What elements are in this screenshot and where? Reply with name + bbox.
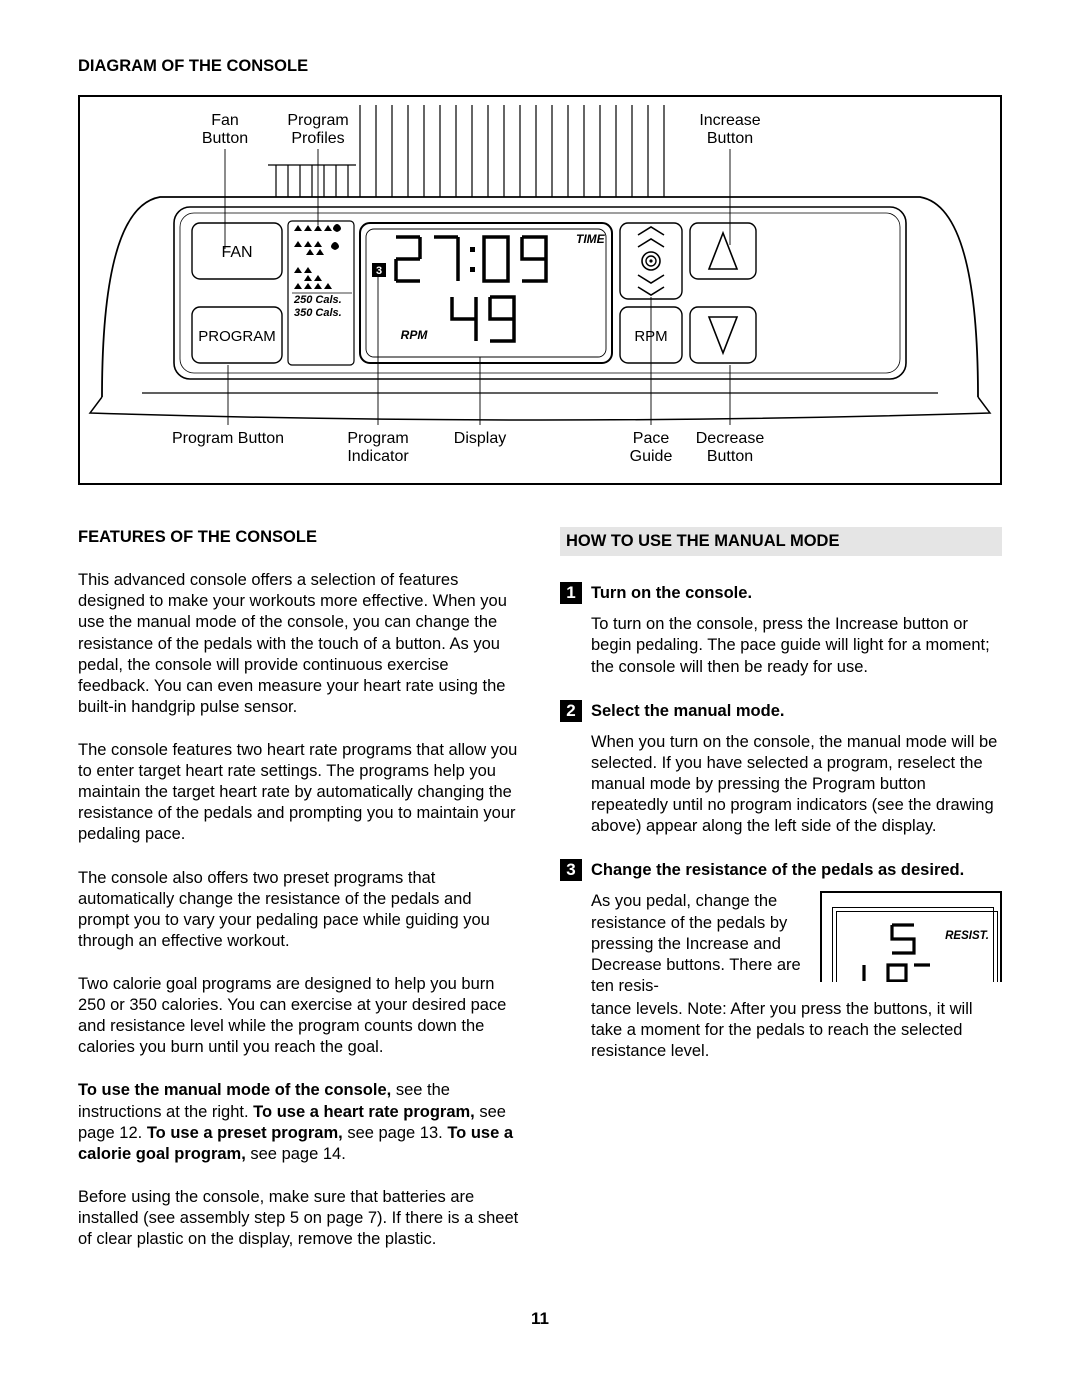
svg-text:Program Button: Program Button [172,430,284,447]
svg-text:Profiles: Profiles [291,130,344,147]
resist-label: RESIST. [945,929,989,944]
resist-mini-display: RESIST. [820,891,1002,982]
page-number: 11 [78,1308,1002,1330]
features-p3: The console also offers two preset progr… [78,868,520,952]
svg-text:Button: Button [707,130,753,147]
step-2-body: When you turn on the console, the manual… [591,732,1002,838]
p5-a: To use the manual mode of the console, [78,1081,391,1099]
svg-text:Increase: Increase [699,112,760,129]
step-1-num: 1 [560,582,582,604]
p5-f: see page 13. [343,1124,448,1142]
step-3: 3 Change the resistance of the pedals as… [560,859,1002,881]
features-heading: FEATURES OF THE CONSOLE [78,527,520,548]
step-3-body-a: As you pedal, change the resistance of t… [591,891,802,997]
step-1: 1 Turn on the console. [560,582,1002,604]
step-1-title: Turn on the console. [591,582,752,604]
diagram-title: DIAGRAM OF THE CONSOLE [78,56,1002,77]
features-p6: Before using the console, make sure that… [78,1187,520,1250]
features-p4: Two calorie goal programs are designed t… [78,974,520,1058]
step-1-body: To turn on the console, press the Increa… [591,614,1002,677]
step-2-title: Select the manual mode. [591,700,784,722]
svg-text:Button: Button [707,448,753,465]
features-column: FEATURES OF THE CONSOLE This advanced co… [78,527,520,1272]
manual-heading: HOW TO USE THE MANUAL MODE [560,527,1002,556]
svg-text:Button: Button [202,130,248,147]
step-2: 2 Select the manual mode. [560,700,1002,722]
manual-column: HOW TO USE THE MANUAL MODE 1 Turn on the… [560,527,1002,1272]
features-p2: The console features two heart rate prog… [78,740,520,846]
svg-text:Decrease: Decrease [696,430,765,447]
svg-text:3: 3 [376,265,382,277]
console-diagram: Fan Button Program Profiles Increase But… [78,95,1002,485]
svg-text:Program: Program [287,112,348,129]
step-3-body-b: tance levels. Note: After you press the … [591,999,1002,1062]
svg-text:TIME: TIME [576,232,606,246]
svg-text:Display: Display [454,430,506,447]
svg-text:Pace: Pace [633,430,670,447]
svg-text:350 Cals.: 350 Cals. [294,307,342,319]
svg-text:Fan: Fan [211,112,239,129]
p5-e: To use a preset program, [147,1124,343,1142]
svg-text:FAN: FAN [221,244,252,261]
svg-text:Indicator: Indicator [347,448,409,465]
svg-text:PROGRAM: PROGRAM [198,328,276,345]
features-p5: To use the manual mode of the console, s… [78,1080,520,1164]
step-3-num: 3 [560,859,582,881]
svg-text:Guide: Guide [630,448,673,465]
svg-text:Program: Program [347,430,408,447]
svg-text:250 Cals.: 250 Cals. [293,294,342,306]
p5-c: To use a heart rate program, [253,1103,475,1121]
features-p1: This advanced console offers a selection… [78,570,520,718]
svg-text:RPM: RPM [401,328,429,342]
step-2-num: 2 [560,700,582,722]
p5-h: see page 14. [246,1145,346,1163]
step-3-title: Change the resistance of the pedals as d… [591,859,964,881]
